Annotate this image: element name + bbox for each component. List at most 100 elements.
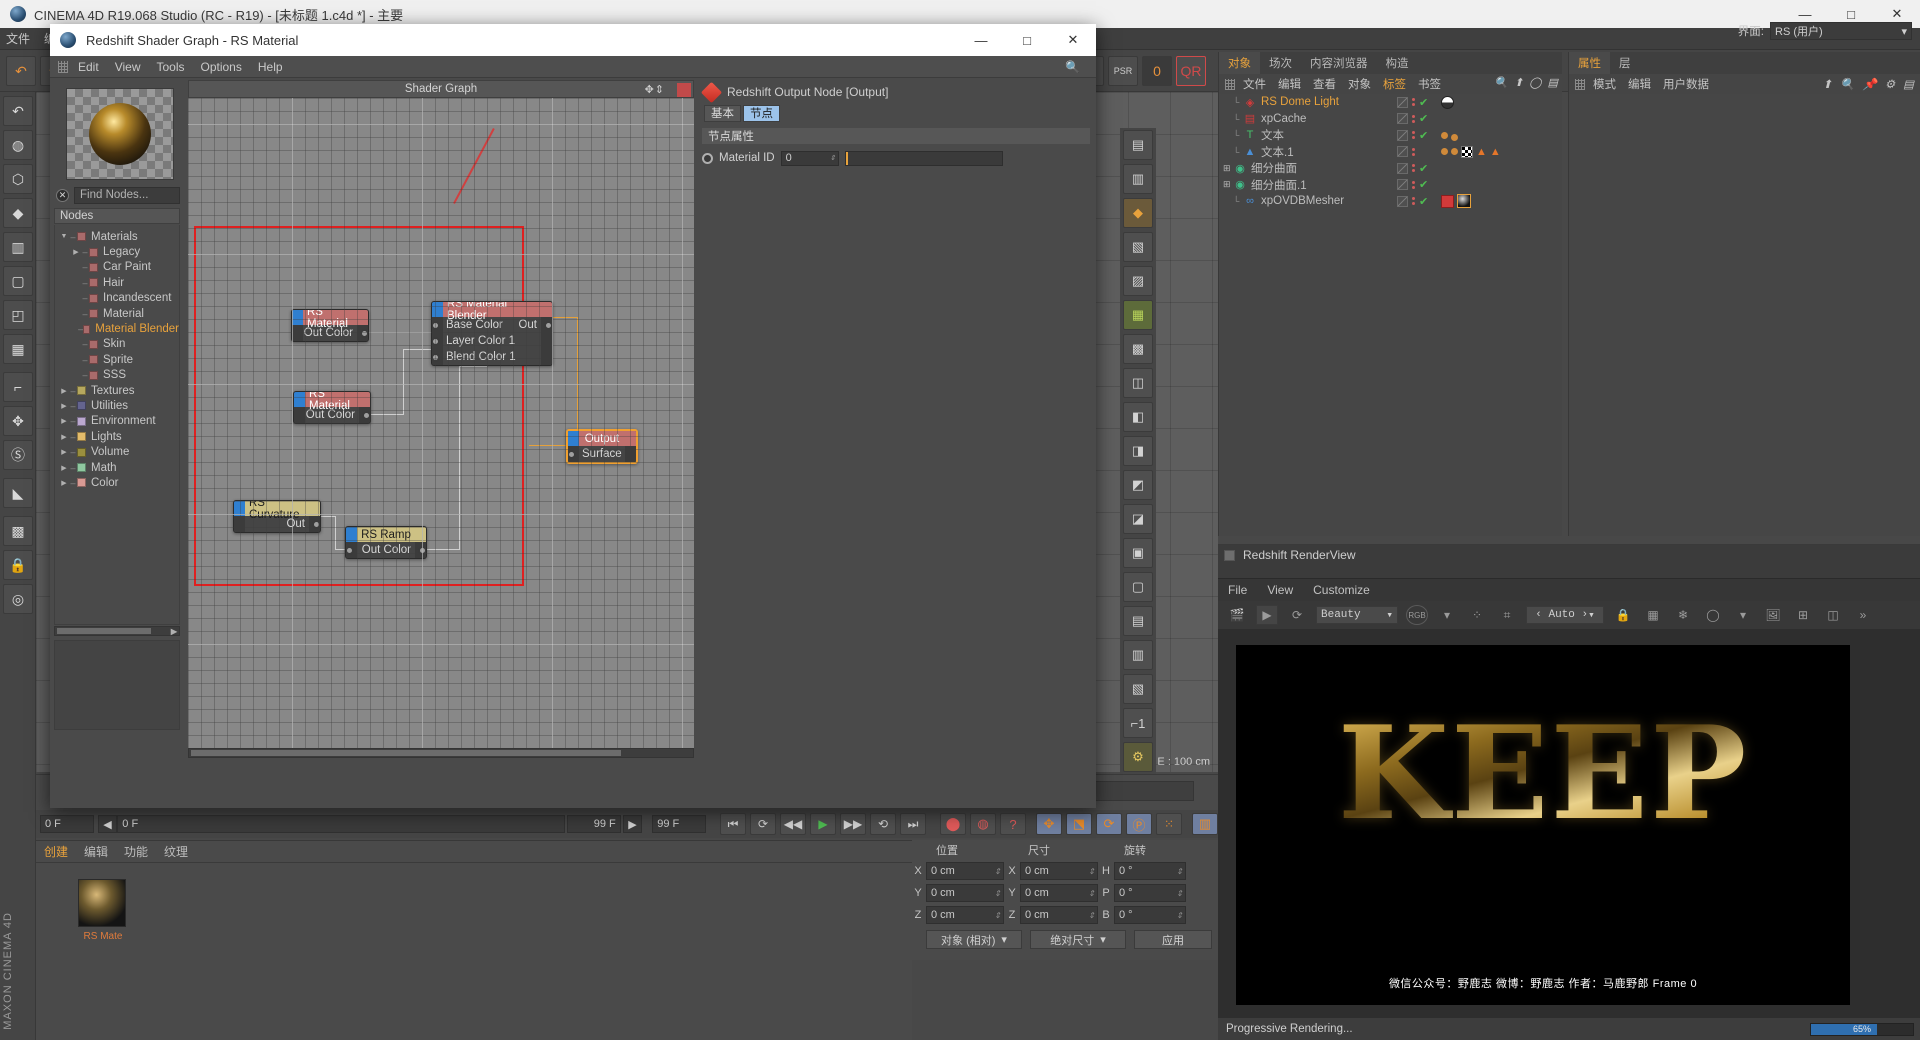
object-tags[interactable]: ▲ ▲ <box>1441 145 1501 158</box>
grid-icon[interactable]: ⁘ <box>1466 605 1488 625</box>
object-row[interactable]: └ ▤ xpCache ✔ <box>1219 111 1562 128</box>
point-mode-icon[interactable]: ⬡ <box>3 164 33 194</box>
apply-button[interactable]: 应用 <box>1134 930 1212 949</box>
object-manager-menu[interactable]: 文件 编辑 查看 对象 标签 书签 🔍 ⬆ ◯ ▤ <box>1219 74 1562 94</box>
search-attr-icon[interactable]: 🔍 <box>1840 77 1854 91</box>
clapper-icon[interactable]: 🎬 <box>1226 605 1248 625</box>
node-tree-item[interactable]: ▶ – Math <box>55 460 179 475</box>
object-row[interactable]: ⊞ ◉ 细分曲面 ✔ <box>1219 160 1562 177</box>
find-nodes-row[interactable]: ✕ Find Nodes... <box>56 186 180 204</box>
crop-icon[interactable]: ⌗ <box>1496 605 1518 625</box>
object-row[interactable]: ⊞ ◉ 细分曲面.1 ✔ <box>1219 177 1562 194</box>
vp-tool-1-icon[interactable]: ▤ <box>1123 130 1153 160</box>
material-id-row[interactable]: Material ID 0 ⇕ <box>702 150 1090 166</box>
undo-icon[interactable]: ↶ <box>6 56 36 86</box>
interface-selector[interactable]: 界面: RS (用户) ▾ <box>1738 22 1912 40</box>
refresh-icon[interactable]: ⟳ <box>1286 605 1308 625</box>
size-y-input[interactable]: 0 cm ⇕ <box>1020 884 1098 902</box>
vp-tool-17-icon[interactable]: ▧ <box>1123 674 1153 704</box>
aov-dropdown[interactable]: Beauty ▾ <box>1316 606 1398 624</box>
loop-button[interactable]: ⟳ <box>750 813 776 835</box>
workplane-icon[interactable]: ◣ <box>3 478 33 508</box>
properties-tabs[interactable]: 基本 节点 <box>698 104 1094 122</box>
object-toggles[interactable]: ✔ <box>1397 178 1428 191</box>
zoom-dropdown[interactable]: ‹ Auto › ▾ <box>1526 606 1604 624</box>
vp-tool-8-icon[interactable]: ◫ <box>1123 368 1153 398</box>
model-mode-icon[interactable]: ▢ <box>3 266 33 296</box>
ellipse-icon[interactable]: ◯ <box>1529 76 1541 89</box>
objmgr-menu-view[interactable]: 查看 <box>1313 76 1336 92</box>
renderview-toolbar[interactable]: 🎬 ▶ ⟳ Beauty ▾ RGB ▾ ⁘ ⌗ ‹ Auto › ▾ 🔒 ▦ … <box>1218 601 1920 629</box>
tiles-icon[interactable]: ▦ <box>1642 605 1664 625</box>
object-toggles[interactable]: ✔ <box>1397 96 1428 109</box>
object-tags[interactable] <box>1441 194 1471 209</box>
vp-tool-16-icon[interactable]: ▥ <box>1123 640 1153 670</box>
object-mode-icon[interactable]: ◰ <box>3 300 33 330</box>
material-tag-icon[interactable] <box>1451 148 1458 156</box>
chevron-icon[interactable]: ▼ <box>59 233 69 240</box>
node-tree-item[interactable]: ▶ – Volume <box>55 444 179 459</box>
go-to-start-button[interactable]: ⏮ <box>720 813 746 835</box>
shader-graph-left-panel[interactable]: ✕ Find Nodes... Nodes ▼ – Materials ▶ – Legac… <box>52 80 184 806</box>
vp-tool-3-icon[interactable]: ◆ <box>1123 198 1153 228</box>
visibility-dots[interactable] <box>1412 164 1415 173</box>
node-tree-item[interactable]: ▶ – Environment <box>55 414 179 429</box>
shader-node[interactable]: Output Surface <box>566 429 638 464</box>
time-arrow-right-icon[interactable]: ▶ <box>622 815 643 833</box>
position-z-input[interactable]: 0 cm ⇕ <box>926 906 1004 924</box>
cache-tag-icon[interactable] <box>1441 194 1454 208</box>
chevron-icon[interactable]: ▶ <box>59 433 69 441</box>
material-menu-edit[interactable]: 编辑 <box>84 843 108 860</box>
shader-node[interactable]: RS Material Blender Base Color Out Layer Co… <box>431 301 553 366</box>
material-tag-icon[interactable] <box>1441 148 1448 156</box>
material-id-input[interactable]: 0 ⇕ <box>780 150 839 166</box>
nodes-tree[interactable]: ▼ – Materials ▶ – Legacy – Car Paint – Hair – Incan… <box>54 225 180 625</box>
c4d-menu-item[interactable]: 文件 <box>6 30 30 47</box>
timeline-mode-button[interactable]: ▥ <box>1192 813 1218 835</box>
material-thumbnail[interactable] <box>78 879 126 927</box>
node-tree-item[interactable]: – Hair <box>55 275 179 290</box>
node-tree-item[interactable]: – Material <box>55 306 179 321</box>
output-pin[interactable] <box>360 328 368 338</box>
key-help-button[interactable]: ? <box>1000 813 1026 835</box>
image-icon[interactable]: 🖼 <box>1762 605 1784 625</box>
autokey-button[interactable]: ◍ <box>970 813 996 835</box>
c4d-time-controls[interactable]: 0 F ◀ 0 F 99 F ▶ 99 F ⏮ ⟳ ◀◀ ▶ ▶▶ ⟲ ⏭ ⬤ … <box>36 810 1218 838</box>
snap-icon[interactable]: Ⓢ <box>3 440 33 470</box>
shader-graph-minimize-button[interactable]: — <box>958 24 1004 56</box>
time-end2-field[interactable]: 99 F <box>652 815 706 833</box>
polygon-mode-icon[interactable]: ▥ <box>3 232 33 262</box>
key-param-button[interactable]: Ⓟ <box>1126 813 1152 835</box>
deformer-tag-icon[interactable]: ▲ <box>1476 146 1487 158</box>
tab-objects[interactable]: 对象 <box>1219 52 1260 74</box>
visibility-checkbox[interactable] <box>1397 146 1408 158</box>
visibility-dots[interactable] <box>1412 147 1415 156</box>
object-tags[interactable] <box>1441 95 1454 109</box>
material-menu-texture[interactable]: 纹理 <box>164 843 188 860</box>
chevron-down-icon[interactable]: ▾ <box>1732 605 1754 625</box>
axis-mode-icon[interactable]: ⌐ <box>3 372 33 402</box>
objmgr-menu-bookmarks[interactable]: 书签 <box>1418 76 1441 92</box>
vp-tool-6-icon[interactable]: ▦ <box>1123 300 1153 330</box>
coordinates-manager[interactable]: 位置 尺寸 旋转 X 0 cm ⇕ X 0 cm ⇕ H 0 ° ⇕ Y 0 cm ⇕ … <box>912 840 1218 960</box>
checker-tag-icon[interactable] <box>1461 145 1473 158</box>
renderview-menubar[interactable]: File View Customize <box>1218 579 1920 601</box>
attr-menu-mode[interactable]: 模式 <box>1593 76 1616 92</box>
vp-tool-15-icon[interactable]: ▤ <box>1123 606 1153 636</box>
material-manager[interactable]: 创建 编辑 功能 纹理 RS Mate <box>36 840 912 1040</box>
search-icon[interactable]: 🔍 <box>1065 60 1080 74</box>
node-header[interactable]: RS Material Blender <box>432 302 552 322</box>
node-port-row[interactable]: Blend Color 1 <box>432 349 552 365</box>
shader-menu-tools[interactable]: Tools <box>156 60 184 74</box>
lock-attr-icon[interactable]: ⬆ <box>1823 77 1833 91</box>
node-port-row[interactable]: Layer Color 1 <box>432 333 552 349</box>
object-tags[interactable] <box>1441 129 1458 142</box>
shader-graph-window-controls[interactable]: — □ ✕ <box>958 24 1096 56</box>
attributes-tabs[interactable]: 属性 层 <box>1569 52 1920 74</box>
node-port-row[interactable]: Out Color <box>346 542 426 558</box>
time-end-field[interactable]: 99 F <box>566 815 621 833</box>
visibility-checkbox[interactable] <box>1397 195 1408 207</box>
circle-icon[interactable]: ◯ <box>1702 605 1724 625</box>
objmgr-menu-object[interactable]: 对象 <box>1348 76 1371 92</box>
key-position-button[interactable]: ✥ <box>1036 813 1062 835</box>
